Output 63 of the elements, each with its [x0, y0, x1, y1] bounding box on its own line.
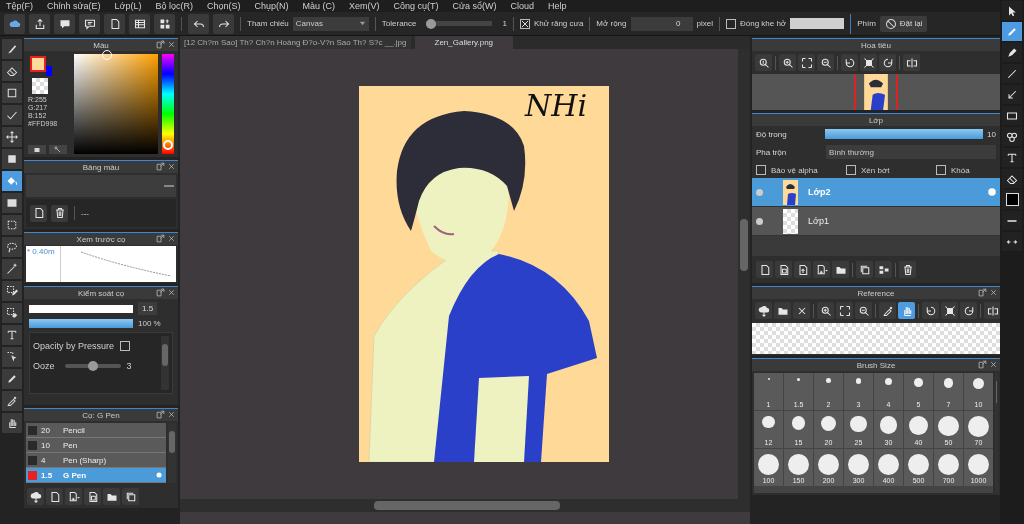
panel-title: Cọ: G Pen	[82, 410, 120, 420]
brush-item[interactable]: 10 Pen	[26, 438, 166, 453]
panel-title: Bảng màu	[82, 162, 120, 172]
menu-item[interactable]: Chụp(N)	[254, 1, 289, 11]
document-tab[interactable]: Zen_Gallery.png	[414, 36, 514, 49]
brush-name: G Pen	[63, 470, 88, 480]
brush-size-value[interactable]: 1.5	[138, 302, 158, 315]
option-label: Bảo vệ alpha	[771, 165, 818, 175]
brush-name: Pen	[63, 440, 79, 450]
pressure-label: Opacity by Pressure	[33, 341, 115, 351]
blend-label: Pha trộn	[756, 147, 788, 157]
ooze-label: Ooze	[33, 361, 55, 371]
brush-size: 4	[41, 455, 47, 465]
opacity-value: 100 %	[138, 319, 161, 328]
menu-item[interactable]: Bộ lọc(R)	[155, 1, 193, 11]
palette-name: ---	[81, 208, 89, 218]
panel-title: Lớp	[868, 115, 884, 125]
reference-dropdown[interactable]: Canvas	[292, 16, 369, 31]
expand-label: Mở rộng	[596, 19, 627, 28]
panel-title: Xem trước cọ	[76, 234, 126, 244]
menu-item[interactable]: Màu (C)	[302, 1, 336, 11]
menu-item[interactable]: Xem(V)	[349, 1, 380, 11]
menu-item[interactable]: Cloud	[510, 1, 535, 11]
reset-button[interactable]: Đặt lại	[879, 15, 928, 32]
menu-item[interactable]: Help	[548, 1, 567, 11]
menu-item[interactable]: Công cụ(T)	[393, 1, 439, 11]
expand-spinner[interactable]: 0	[630, 16, 693, 31]
tolerance-label: Tolerance	[381, 19, 417, 28]
brush-size: 10	[41, 440, 51, 450]
option-label: Xén bớt	[861, 165, 890, 175]
panel-title: Kiểm soát cọ	[77, 288, 125, 298]
tolerance-value: 1	[502, 19, 507, 28]
blend-mode-dropdown[interactable]: Bình thường	[826, 145, 996, 159]
brush-size-text: * 0.40m	[26, 246, 61, 282]
layer-name: Lớp2	[808, 187, 832, 197]
layer-item[interactable]: Lớp1	[752, 207, 1000, 236]
panel-title: Hoa tiêu	[861, 40, 891, 50]
brush-name: Pen (Sharp)	[63, 455, 108, 465]
brush-item[interactable]: 4 Pen (Sharp)	[26, 453, 166, 468]
unit-label: pixel	[696, 19, 713, 28]
layer-name: Lớp1	[808, 216, 830, 226]
brush-name: Pencil	[63, 425, 86, 435]
option-label: Khóa	[951, 165, 970, 175]
panel-title: Brush Size	[856, 360, 896, 370]
brush-size: 20	[41, 425, 51, 435]
document-tab[interactable]: [12 Ch?m Sao] Th? Ch?n Hoàng Đ?o-V?n Sao Th? S?c __.jpg	[180, 36, 411, 49]
handwritten-text: NHi	[525, 88, 587, 123]
ooze-value: 3	[126, 361, 132, 371]
menu-item[interactable]: Tệp(F)	[6, 1, 33, 11]
brush-size: 1.5	[41, 470, 54, 480]
menu-item[interactable]: Lớp(L)	[114, 1, 142, 11]
keys-label: Phím	[857, 19, 876, 28]
menu-item[interactable]: Chọn(S)	[207, 1, 241, 11]
brush-item[interactable]: 20 Pencil	[26, 423, 166, 438]
panel-title: Màu	[93, 40, 109, 50]
menu-item[interactable]: Cửa sổ(W)	[452, 1, 497, 11]
layer-opacity-value: 10	[987, 129, 996, 139]
antialias-label: Khử răng cưa	[533, 19, 584, 28]
close-gap-label: Đóng khe hở	[739, 19, 787, 28]
menu-item[interactable]: Chỉnh sửa(E)	[47, 1, 101, 11]
panel-title: Reference	[857, 288, 895, 298]
reference-label: Tham chiếu	[247, 19, 289, 28]
opacity-label: Độ trong	[756, 129, 788, 139]
